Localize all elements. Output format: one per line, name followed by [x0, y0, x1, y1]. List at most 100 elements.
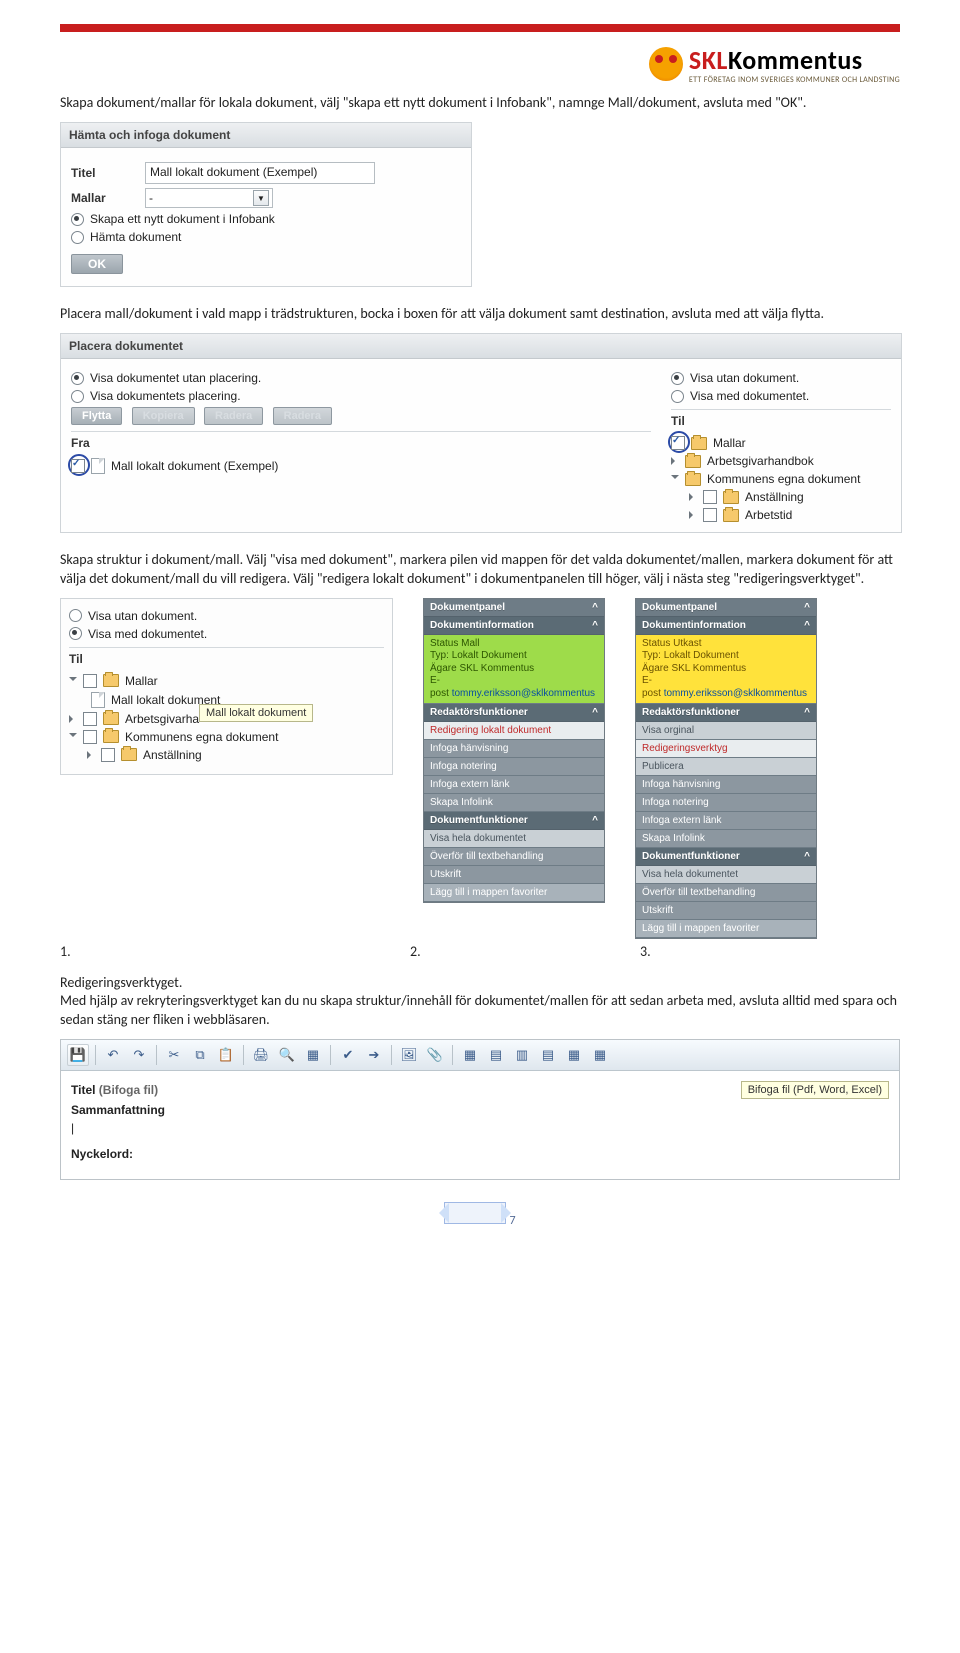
image-icon[interactable]: 🖼 — [398, 1044, 420, 1066]
chevron-right-icon[interactable] — [689, 493, 697, 501]
panelB-visa-hela[interactable]: Visa hela dokumentet — [636, 866, 816, 884]
logo-text: SKLKommentus ETT FÖRETAG INOM SVERIGES K… — [689, 44, 900, 84]
panelB-visa-original[interactable]: Visa orginal — [636, 722, 816, 740]
panelB-lagg-fav[interactable]: Lägg till i mappen favoriter — [636, 920, 816, 938]
ss1-mallar-label: Mallar — [71, 191, 131, 205]
caret-up-icon[interactable]: ^ — [592, 602, 598, 613]
page-number: 7 — [510, 1214, 516, 1228]
chevron-right-icon[interactable] — [87, 751, 95, 759]
ss2-radio-med-dok[interactable] — [671, 390, 684, 403]
caret-up-icon[interactable]: ^ — [804, 602, 810, 613]
tilbox-anst-label: Anställning — [143, 748, 202, 762]
table-icon[interactable]: ▦ — [459, 1044, 481, 1066]
ss2-radio-utan-dok[interactable] — [671, 372, 684, 385]
table-merge-icon[interactable]: ▦ — [563, 1044, 585, 1066]
paste-icon[interactable]: 📋 — [215, 1044, 237, 1066]
ss1-radio-skapa-label: Skapa ett nytt dokument i Infobank — [90, 212, 275, 226]
panelA-infoga-not[interactable]: Infoga notering — [424, 758, 604, 776]
ss1-mallar-value: - — [149, 191, 153, 205]
flytta-button[interactable]: Flytta — [71, 407, 122, 425]
caret-up-icon[interactable]: ^ — [592, 620, 598, 631]
chevron-down-icon[interactable] — [671, 475, 679, 483]
panelA-utskrift[interactable]: Utskrift — [424, 866, 604, 884]
find-icon[interactable]: 🔍 — [276, 1044, 298, 1066]
redo-icon[interactable]: ↷ — [128, 1044, 150, 1066]
tilbox-mallar-check[interactable] — [83, 674, 97, 688]
tilbox-radio-med[interactable] — [69, 627, 82, 640]
dokumentpanel-b: Dokumentpanel^ Dokumentinformation^ Stat… — [635, 598, 817, 940]
chevron-down-icon[interactable]: ▼ — [253, 190, 269, 206]
logo-mark-icon — [649, 47, 683, 81]
chevron-right-icon[interactable] — [689, 511, 697, 519]
panelB-sec-redaktor: Redaktörsfunktioner — [642, 707, 740, 718]
panelA-lagg-fav[interactable]: Lägg till i mappen favoriter — [424, 884, 604, 902]
spellcheck-icon[interactable]: ✔ — [337, 1044, 359, 1066]
ss1-titel-input[interactable]: Mall lokalt dokument (Exempel) — [145, 162, 375, 184]
radera-button[interactable]: Radera — [204, 407, 263, 425]
ss2-til-anst-check[interactable] — [703, 490, 717, 504]
table-split-icon[interactable]: ▦ — [589, 1044, 611, 1066]
panelA-overfor[interactable]: Överför till textbehandling — [424, 848, 604, 866]
ss2-til-anst-label: Anställning — [745, 490, 804, 504]
panelA-sec-info: Dokumentinformation — [430, 620, 534, 631]
panelA-visa-hela[interactable]: Visa hela dokumentet — [424, 830, 604, 848]
panelB-overfor[interactable]: Överför till textbehandling — [636, 884, 816, 902]
tilbox-arbgiv-check[interactable] — [83, 712, 97, 726]
tilbox-kommun-check[interactable] — [83, 730, 97, 744]
attachment-icon[interactable]: 📎 — [424, 1044, 446, 1066]
table-insert-row-icon[interactable]: ▤ — [485, 1044, 507, 1066]
panelB-utskrift[interactable]: Utskrift — [636, 902, 816, 920]
ss2-til-arbtid-check[interactable] — [703, 508, 717, 522]
caret-up-icon[interactable]: ^ — [592, 707, 598, 718]
panelB-publicera[interactable]: Publicera — [636, 758, 816, 776]
caret-up-icon[interactable]: ^ — [804, 620, 810, 631]
select-all-icon[interactable]: ▦ — [302, 1044, 324, 1066]
ss2-radio-placering[interactable] — [71, 390, 84, 403]
screenshot-editor: 💾 ↶ ↷ ✂ ⧉ 📋 🖨 🔍 ▦ ✔ ➔ 🖼 📎 ▦ ▤ ▥ ▤ ▦ ▦ — [60, 1039, 900, 1180]
panelB-infoga-not[interactable]: Infoga notering — [636, 794, 816, 812]
chevron-right-icon[interactable] — [671, 457, 679, 465]
table-insert-col-icon[interactable]: ▥ — [511, 1044, 533, 1066]
chevron-right-icon[interactable] — [69, 715, 77, 723]
folder-icon — [685, 473, 701, 486]
kopiera-button[interactable]: Kopiera — [132, 407, 195, 425]
panelB-redverktyg[interactable]: Redigeringsverktyg — [636, 740, 816, 758]
ss1-mallar-select[interactable]: - ▼ — [145, 188, 273, 208]
ok-button[interactable]: OK — [71, 254, 123, 274]
ss2-til-kommun-label: Kommunens egna dokument — [707, 472, 860, 486]
tilbox-kommun-label: Kommunens egna dokument — [125, 730, 278, 744]
editor-toolbar: 💾 ↶ ↷ ✂ ⧉ 📋 🖨 🔍 ▦ ✔ ➔ 🖼 📎 ▦ ▤ ▥ ▤ ▦ ▦ — [61, 1040, 899, 1071]
caret-up-icon[interactable]: ^ — [804, 707, 810, 718]
arrow-right-icon[interactable]: ➔ — [363, 1044, 385, 1066]
tilbox-radio-utan[interactable] — [69, 609, 82, 622]
save-icon[interactable]: 💾 — [67, 1044, 89, 1066]
ss2-radio-utan-dok-label: Visa utan dokument. — [690, 371, 799, 385]
panelA-redigera-lokalt[interactable]: Redigering lokalt dokument — [424, 722, 604, 740]
cut-icon[interactable]: ✂ — [163, 1044, 185, 1066]
caret-up-icon[interactable]: ^ — [592, 815, 598, 826]
panelB-infoga-hanv[interactable]: Infoga hänvisning — [636, 776, 816, 794]
ss2-til-mallar-check[interactable] — [671, 436, 685, 450]
ss1-radio-hamta[interactable] — [71, 231, 84, 244]
print-icon[interactable]: 🖨 — [250, 1044, 272, 1066]
editor-cursor[interactable]: | — [71, 1121, 74, 1135]
copy-icon[interactable]: ⧉ — [189, 1044, 211, 1066]
table-delete-row-icon[interactable]: ▤ — [537, 1044, 559, 1066]
ss2-fra-checkbox[interactable] — [71, 459, 85, 473]
chevron-down-icon[interactable] — [69, 677, 77, 685]
panelB-skapa-infolink[interactable]: Skapa Infolink — [636, 830, 816, 848]
tilbox-radio-utan-label: Visa utan dokument. — [88, 609, 197, 623]
undo-icon[interactable]: ↶ — [102, 1044, 124, 1066]
ss1-radio-skapa[interactable] — [71, 213, 84, 226]
panelB-infoga-ext[interactable]: Infoga extern länk — [636, 812, 816, 830]
ss2-radio-utan-placering[interactable] — [71, 372, 84, 385]
ss2-radio-utan-placering-label: Visa dokumentet utan placering. — [90, 371, 261, 385]
chevron-down-icon[interactable] — [69, 733, 77, 741]
tilbox-anst-check[interactable] — [101, 748, 115, 762]
panelA-skapa-infolink[interactable]: Skapa Infolink — [424, 794, 604, 812]
panelA-infoga-hanv[interactable]: Infoga hänvisning — [424, 740, 604, 758]
radera-button-2[interactable]: Radera — [273, 407, 332, 425]
panelA-infoga-ext[interactable]: Infoga extern länk — [424, 776, 604, 794]
step-number-3: 3. — [640, 943, 651, 960]
caret-up-icon[interactable]: ^ — [804, 851, 810, 862]
